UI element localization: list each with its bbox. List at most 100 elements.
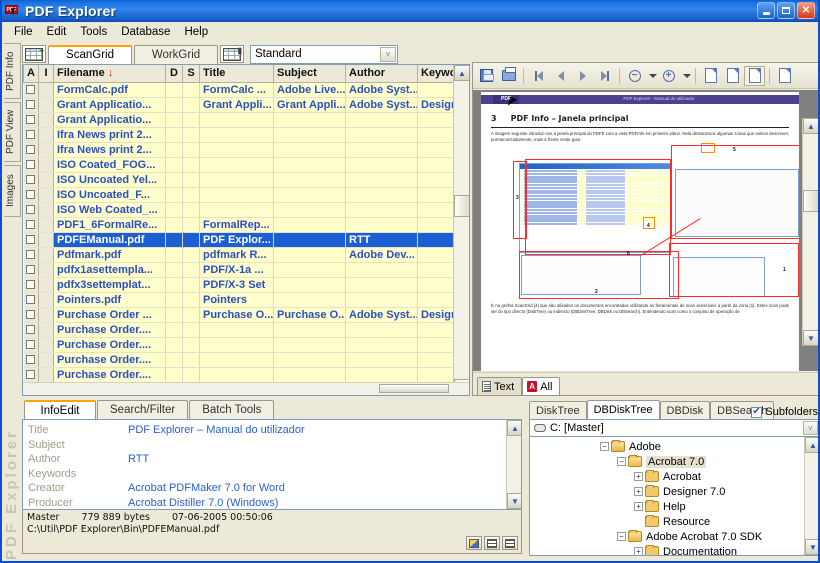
vtab-images[interactable]: Images [4, 165, 21, 217]
table-row[interactable]: Grant Applicatio... [23, 112, 469, 128]
expand-icon[interactable]: + [634, 502, 643, 511]
row-checkbox-a[interactable] [23, 82, 39, 98]
cell-filename[interactable]: Purchase Order.... [53, 352, 166, 368]
preview-scroll-up-button[interactable]: ▲ [803, 118, 818, 134]
zoom-out-dropdown-icon[interactable] [646, 66, 657, 86]
row-checkbox-i[interactable] [38, 352, 54, 368]
cell-s[interactable] [182, 322, 200, 338]
cell-title[interactable]: PDF/X-1a ... [199, 262, 274, 278]
cell-subject[interactable] [273, 367, 346, 383]
last-page-icon[interactable] [594, 66, 615, 86]
preview-scroll-thumb[interactable] [803, 190, 818, 212]
column-header-a[interactable]: A [23, 65, 39, 83]
table-row[interactable]: PDF1_6FormalRe... FormalRep... [23, 217, 469, 233]
maximize-button[interactable] [777, 2, 795, 19]
cell-d[interactable] [165, 157, 183, 173]
cell-title[interactable]: PDF Explor... [199, 232, 274, 248]
tab-disktree[interactable]: DiskTree [529, 401, 587, 419]
cell-d[interactable] [165, 112, 183, 128]
cell-filename[interactable]: Pdfmark.pdf [53, 247, 166, 263]
row-checkbox-a[interactable] [23, 262, 39, 278]
grid-delete-icon[interactable]: ▮ [220, 45, 244, 63]
cell-filename[interactable]: pdfx1asettempla... [53, 262, 166, 278]
row-checkbox-i[interactable] [38, 112, 54, 128]
cell-s[interactable] [182, 232, 200, 248]
column-header-author[interactable]: Author [345, 65, 418, 83]
row-checkbox-a[interactable] [23, 127, 39, 143]
cell-title[interactable]: Pointers [199, 292, 274, 308]
next-page-icon[interactable] [572, 66, 593, 86]
cell-d[interactable] [165, 307, 183, 323]
cell-author[interactable] [345, 142, 418, 158]
file-grid[interactable]: A I Filename ↓ D S Title Subject Author … [22, 64, 470, 396]
cell-subject[interactable] [273, 292, 346, 308]
cell-title[interactable] [199, 127, 274, 143]
cell-filename[interactable]: Purchase Order ... [53, 307, 166, 323]
close-button[interactable]: ✕ [797, 2, 815, 19]
table-row[interactable]: Pointers.pdf Pointers [23, 292, 469, 308]
cell-s[interactable] [182, 112, 200, 128]
cell-author[interactable] [345, 352, 418, 368]
cell-author[interactable] [345, 322, 418, 338]
cell-title[interactable]: Grant Appli... [199, 97, 274, 113]
table-row[interactable]: Purchase Order.... [23, 352, 469, 368]
field-producer-value[interactable]: Acrobat Distiller 7.0 (Windows) [128, 497, 278, 509]
cell-s[interactable] [182, 307, 200, 323]
cell-s[interactable] [182, 247, 200, 263]
cell-author[interactable] [345, 337, 418, 353]
cell-subject[interactable] [273, 202, 346, 218]
cell-title[interactable]: Purchase O... [199, 307, 274, 323]
column-header-d[interactable]: D [165, 65, 183, 83]
cell-subject[interactable] [273, 217, 346, 233]
column-header-i[interactable]: I [38, 65, 54, 83]
cell-filename[interactable]: pdfx3settemplat... [53, 277, 166, 293]
copy-page-icon[interactable] [774, 66, 795, 86]
preview-canvas[interactable]: PDF PDF Explorer - Manual do utilizador … [473, 90, 818, 371]
cell-d[interactable] [165, 262, 183, 278]
cell-author[interactable] [345, 202, 418, 218]
cell-subject[interactable]: Grant Appli... [273, 97, 346, 113]
row-checkbox-i[interactable] [38, 187, 54, 203]
cell-s[interactable] [182, 262, 200, 278]
grid-vertical-scrollbar[interactable]: ▲ ▼ [453, 65, 469, 395]
tree-node[interactable]: − Acrobat 7.0 [530, 454, 818, 469]
tree-node[interactable]: Resource [530, 514, 818, 529]
row-checkbox-a[interactable] [23, 187, 39, 203]
cell-author[interactable] [345, 157, 418, 173]
table-row[interactable]: FormCalc.pdf FormCalc ... Adobe Live... Ado… [23, 82, 469, 98]
first-page-icon[interactable] [528, 66, 549, 86]
row-checkbox-a[interactable] [23, 307, 39, 323]
cell-subject[interactable] [273, 157, 346, 173]
field-author-value[interactable]: RTT [128, 453, 149, 465]
report-icon[interactable] [502, 536, 518, 550]
row-checkbox-i[interactable] [38, 337, 54, 353]
cell-subject[interactable] [273, 352, 346, 368]
cell-s[interactable] [182, 172, 200, 188]
row-checkbox-i[interactable] [38, 367, 54, 383]
info-scroll-up-button[interactable]: ▲ [507, 420, 521, 436]
cell-author[interactable]: Adobe Syst... [345, 82, 418, 98]
cell-d[interactable] [165, 292, 183, 308]
field-producer[interactable]: Producer Acrobat Distiller 7.0 (Windows) [28, 496, 521, 510]
cell-title[interactable]: FormCalc ... [199, 82, 274, 98]
cell-d[interactable] [165, 97, 183, 113]
cell-d[interactable] [165, 172, 183, 188]
cell-filename[interactable]: PDF1_6FormalRe... [53, 217, 166, 233]
column-header-title[interactable]: Title [199, 65, 274, 83]
row-checkbox-i[interactable] [38, 97, 54, 113]
cell-filename[interactable]: PDFEManual.pdf [53, 232, 166, 248]
cell-d[interactable] [165, 337, 183, 353]
field-creator[interactable]: Creator Acrobat PDFMaker 7.0 for Word [28, 481, 521, 496]
tree-node[interactable]: − Adobe Acrobat 7.0 SDK [530, 529, 818, 544]
cell-subject[interactable]: Adobe Live... [273, 82, 346, 98]
preview-scroll-down-button[interactable]: ▼ [803, 330, 818, 346]
cell-author[interactable] [345, 127, 418, 143]
cell-d[interactable] [165, 82, 183, 98]
zoom-in-dropdown-icon[interactable] [680, 66, 691, 86]
tab-infoedit[interactable]: InfoEdit [24, 400, 96, 419]
cell-filename[interactable]: FormCalc.pdf [53, 82, 166, 98]
table-row[interactable]: PDFEManual.pdf PDF Explor... RTT [23, 232, 469, 248]
image-export-icon[interactable] [466, 536, 482, 550]
info-scroll-down-button[interactable]: ▼ [507, 493, 521, 509]
cell-filename[interactable]: Pointers.pdf [53, 292, 166, 308]
